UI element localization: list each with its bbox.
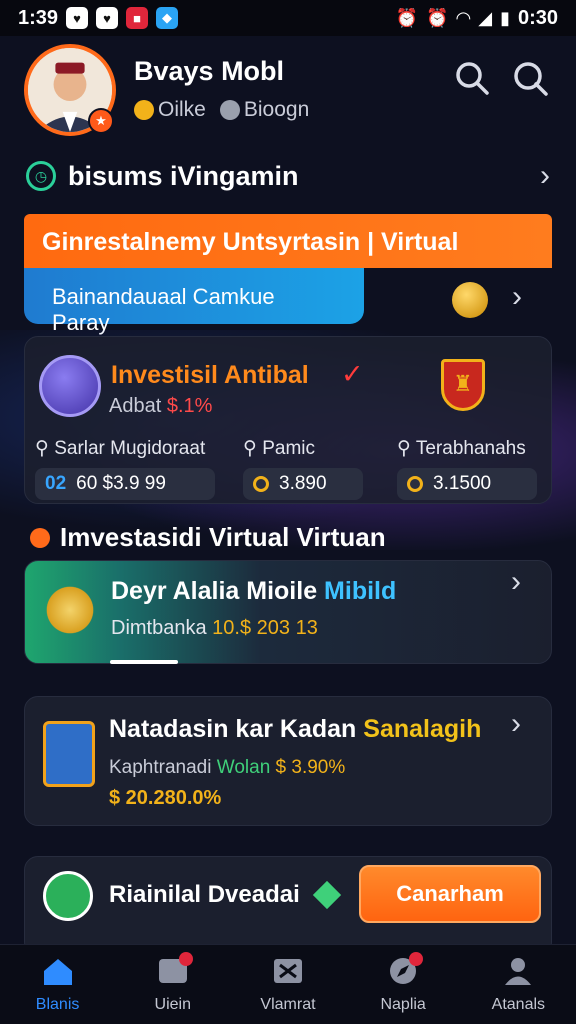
notification-badge [178, 951, 193, 966]
stat-label: ⚲ Sarlar Mugidoraat [35, 438, 206, 459]
app-notification-icon: ■ [126, 7, 149, 29]
status-clock-right: 0:30 [517, 6, 558, 29]
coin-icon [134, 100, 154, 121]
coin-icon [452, 282, 488, 318]
share-arrow-icon[interactable]: › [540, 159, 550, 193]
status-left: 1:39 ♥ ♥ ■ ◆ [18, 6, 179, 30]
trade-card[interactable]: Natadasin kar Kadan Sanalagih Kaphtranad… [24, 696, 552, 826]
section-title-secondary: Imvestasidi Virtual Virtuan [30, 522, 386, 553]
stat-value-box: 3.1500 [397, 468, 537, 500]
messenger-notification-icon: ◆ [156, 7, 179, 29]
nav-label: Atanals [491, 995, 546, 1013]
carousel-indicator [110, 660, 178, 664]
signal-icon: ◢ [478, 7, 493, 28]
nav-item-wallet[interactable]: Vlamrat [238, 956, 338, 1014]
heart-notification-icon: ♥ [66, 7, 89, 29]
section-title-text: bisums iVingamin [68, 160, 299, 191]
trade-title: Natadasin kar Kadan Sanalagih [109, 715, 482, 743]
heart-notification-icon-2: ♥ [96, 7, 119, 29]
wallet-icon [271, 956, 305, 986]
bottom-nav: Blanis Uiein Vlamrat Naplia Atanals [0, 944, 576, 1024]
stat-column-2: ⚲ Pamic 3.890 [243, 437, 363, 500]
notification-badge [409, 951, 424, 966]
coin-icon [253, 476, 269, 492]
alarm-icon: ⏰ [395, 7, 418, 28]
investment-icon [39, 355, 101, 417]
nav-label: Uiein [154, 995, 192, 1013]
stat-value-box: 3.890 [243, 468, 363, 500]
profile-header: ★ Bvays Mobl Oilke Bioogn [24, 44, 554, 140]
section-header: ◷ bisums iVingamin › [26, 156, 550, 196]
stack-icon [43, 871, 93, 921]
alarm-icon-2: ⏰ [425, 7, 449, 28]
promo-pill-button[interactable]: Bainandauaal Camkue Paray [24, 268, 364, 335]
investment-title: Investisil Antibal [111, 361, 309, 389]
status-bar: 1:39 ♥ ♥ ■ ◆ ⏰ ⏰ ◠ ◢ ▮ 0:30 [0, 0, 576, 36]
search-icon-2[interactable] [510, 58, 550, 98]
avatar-badge-icon: ★ [88, 108, 114, 134]
clock-icon: ◷ [26, 161, 56, 191]
section-title-secondary-text: Imvestasidi Virtual Virtuan [60, 522, 386, 552]
action-card: Riainilal Dveadai Canarham [24, 856, 552, 956]
profile-name: Bvays Mobl [134, 56, 285, 86]
nav-item-chat[interactable]: Uiein [123, 951, 223, 1014]
chevron-right-icon[interactable]: › [511, 565, 521, 599]
cta-button[interactable]: Canarham [359, 865, 541, 923]
profile-stat-left: Oilke [134, 98, 206, 122]
nav-item-home[interactable]: Blanis [8, 956, 108, 1014]
section-title: ◷ bisums iVingamin [26, 161, 299, 192]
profile-stat-right: Bioogn [219, 98, 309, 122]
stat-label: ⚲ Terabhanahs [397, 438, 526, 459]
action-card-title: Riainilal Dveadai [109, 881, 300, 908]
featured-subtitle: Dimtbanka 10.$ 203 13 [111, 617, 318, 639]
battery-icon: ▮ [500, 7, 510, 28]
gear-icon [30, 527, 50, 548]
cta-button-label: Canarham [396, 881, 504, 906]
stat-label: ⚲ Pamic [243, 438, 315, 459]
status-right: ⏰ ⏰ ◠ ◢ ▮ 0:30 [396, 7, 558, 30]
trade-amount: $ 20.280.0% [109, 787, 222, 809]
diamond-icon [312, 880, 342, 910]
chevron-right-icon[interactable]: › [512, 280, 522, 314]
status-time: 1:39 [18, 6, 59, 29]
promo-banner[interactable]: Ginrestalnemy Untsyrtasin | Virtual [24, 214, 552, 268]
chevron-right-icon[interactable]: › [511, 707, 521, 741]
home-icon [41, 956, 75, 986]
nav-label: Vlamrat [260, 995, 316, 1013]
wifi-icon: ◠ [456, 7, 471, 28]
stat-value-box: 02 60 $3.9 99 [35, 468, 215, 500]
featured-card[interactable]: Deyr Alalia Mioile Mibild Dimtbanka 10.$… [24, 560, 552, 664]
user-icon [501, 956, 535, 986]
check-icon: ✓ [341, 359, 364, 389]
investment-subtitle: Adbat $.1% [109, 395, 213, 417]
stat-column-3: ⚲ Terabhanahs 3.1500 [397, 437, 537, 500]
fruit-icon [43, 583, 97, 637]
profile-meta: Oilke Bioogn [134, 98, 309, 122]
search-icon[interactable] [452, 58, 492, 98]
trade-subtitle: Kaphtranadi Wolan $ 3.90% [109, 757, 346, 778]
investment-card[interactable]: Investisil Antibal ✓ Adbat $.1% ♜ ⚲ Sarl… [24, 336, 552, 504]
chart-board-icon [43, 721, 95, 787]
nav-label: Blanis [35, 995, 80, 1013]
coin-icon [407, 476, 423, 492]
nav-label: Naplia [380, 995, 426, 1013]
featured-title: Deyr Alalia Mioile Mibild [111, 577, 397, 605]
badge-icon [219, 100, 240, 121]
nav-item-explore[interactable]: Naplia [353, 951, 453, 1014]
nav-item-profile[interactable]: Atanals [468, 956, 568, 1014]
shield-icon: ♜ [441, 359, 485, 411]
stat-column-1: ⚲ Sarlar Mugidoraat 02 60 $3.9 99 [35, 437, 215, 500]
